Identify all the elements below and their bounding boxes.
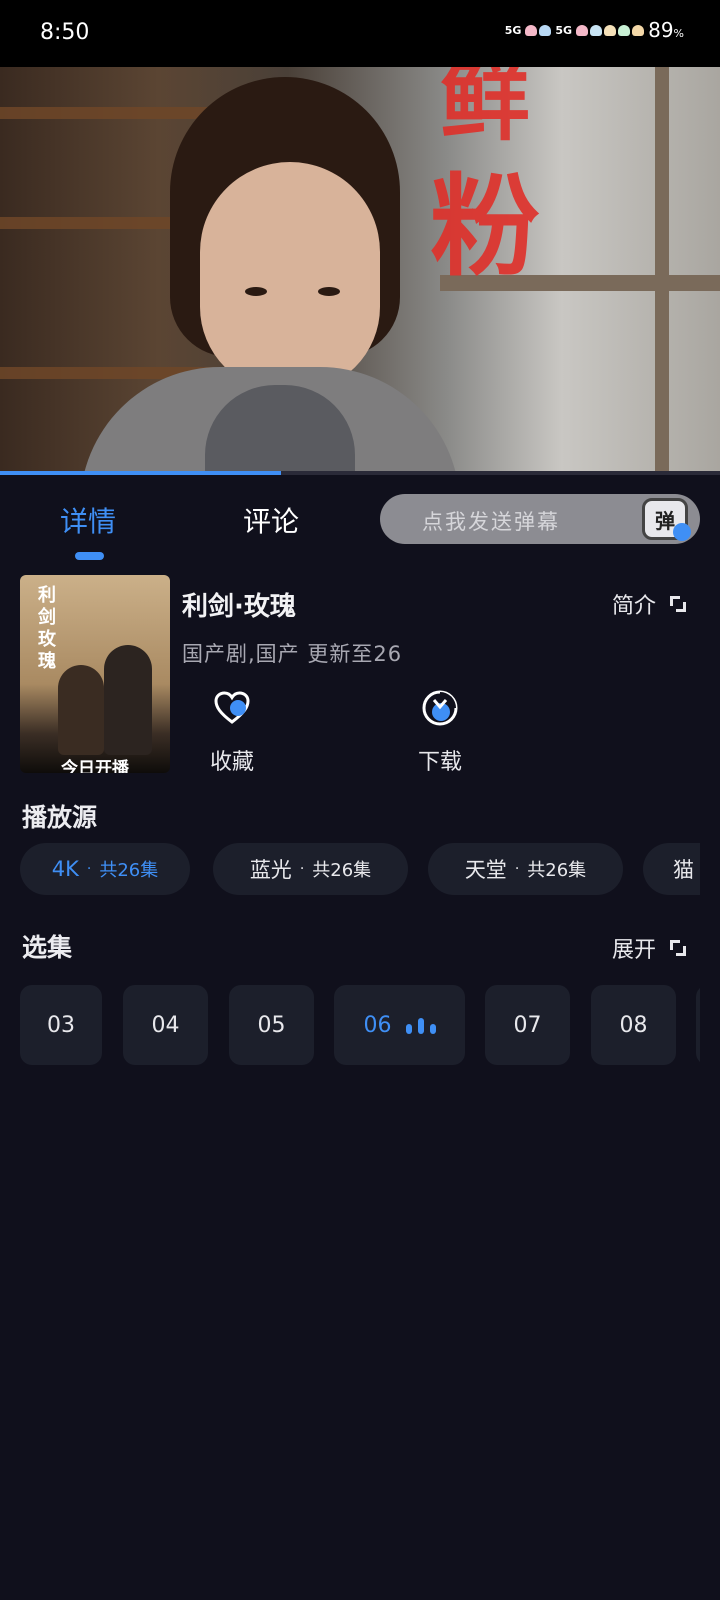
source-name: 蓝光	[249, 858, 292, 882]
video-subject-eye	[318, 287, 340, 296]
status-indicators: 5G 5G 89%	[505, 18, 684, 42]
sign-character: 粉	[430, 162, 540, 291]
expand-label: 展开	[612, 938, 657, 963]
episodes-title: 选集	[22, 933, 73, 962]
synopsis-label: 简介	[612, 594, 657, 619]
network-indicator: 5G	[504, 23, 522, 37]
synopsis-button[interactable]: 简介	[612, 588, 687, 620]
episode-button[interactable]: 08	[591, 985, 676, 1065]
background-shelf	[0, 107, 230, 119]
sources-list[interactable]: 4K · 共26集 蓝光 · 共26集 天堂 · 共26集 猫	[20, 843, 700, 895]
show-meta: 国产剧,国产 更新至26	[182, 642, 403, 666]
window-frame	[655, 67, 669, 471]
source-chip-mao[interactable]: 猫	[643, 843, 700, 895]
danmaku-icon-text: 弹	[655, 508, 675, 533]
tab-comments[interactable]: 评论	[243, 500, 299, 540]
video-player[interactable]: 鲜 粉	[0, 67, 720, 471]
source-name: 4K	[51, 857, 79, 881]
expand-icon	[670, 596, 687, 612]
poster-figure	[104, 645, 152, 755]
status-time: 8:50	[40, 20, 90, 45]
source-name: 猫	[673, 858, 694, 882]
expand-episodes-button[interactable]: 展开	[612, 932, 687, 964]
now-playing-icon	[405, 1016, 436, 1034]
source-chip-4k[interactable]: 4K · 共26集	[20, 843, 190, 895]
battery-indicator: 89%	[648, 18, 684, 42]
check-icon	[673, 523, 691, 541]
episode-number: 06	[363, 1012, 392, 1038]
show-poster[interactable]: 利剑玫瑰 今日开播	[20, 575, 170, 773]
separator-dot: ·	[299, 861, 305, 877]
favorite-button[interactable]: 收藏	[192, 688, 272, 776]
poster-caption: 今日开播	[61, 759, 129, 773]
separator-dot: ·	[86, 861, 92, 877]
danmaku-toggle-icon[interactable]: 弹	[642, 498, 691, 541]
video-progress-fill	[0, 471, 281, 475]
sources-title: 播放源	[22, 803, 98, 832]
source-chip-bluray[interactable]: 蓝光 · 共26集	[213, 843, 408, 895]
episode-number: 07	[513, 1012, 542, 1038]
episode-button[interactable]: 03	[20, 985, 102, 1065]
source-chip-tiantang[interactable]: 天堂 · 共26集	[428, 843, 623, 895]
status-bar: 8:50 5G 5G 89%	[0, 0, 720, 67]
poster-figure	[58, 665, 104, 755]
heart-icons-2	[576, 24, 645, 36]
video-subject-eye	[245, 287, 267, 296]
episode-number: 04	[151, 1012, 180, 1038]
episode-button[interactable]: 07	[485, 985, 570, 1065]
episode-number: 05	[257, 1012, 286, 1038]
danmaku-placeholder: 点我发送弹幕	[422, 510, 560, 534]
episode-button-partial[interactable]	[696, 985, 700, 1065]
download-button[interactable]: 下载	[400, 688, 480, 776]
expand-icon	[670, 940, 687, 956]
episode-number: 03	[47, 1012, 75, 1038]
episode-list[interactable]: 03 04 05 06 07 08	[20, 985, 700, 1065]
source-count: 共26集	[99, 860, 159, 881]
tab-details[interactable]: 详情	[60, 500, 116, 540]
episode-button-current[interactable]: 06	[334, 985, 465, 1065]
episode-button[interactable]: 05	[229, 985, 314, 1065]
episode-number: 08	[619, 1012, 648, 1038]
heart-icon	[214, 691, 250, 724]
download-icon	[422, 690, 458, 726]
video-subject-face	[200, 162, 380, 392]
network-indicator-2: 5G	[555, 23, 573, 37]
poster-title: 利剑玫瑰	[38, 585, 56, 672]
separator-dot: ·	[514, 861, 520, 877]
tab-indicator	[75, 552, 104, 560]
heart-icons	[525, 24, 552, 36]
favorite-label: 收藏	[209, 750, 254, 775]
episode-button[interactable]: 04	[123, 985, 208, 1065]
show-title: 利剑·玫瑰	[182, 592, 296, 622]
source-name: 天堂	[464, 858, 507, 882]
video-progress-bar[interactable]	[0, 471, 720, 475]
source-count: 共26集	[312, 860, 372, 881]
source-count: 共26集	[527, 860, 587, 881]
download-label: 下载	[417, 750, 462, 775]
